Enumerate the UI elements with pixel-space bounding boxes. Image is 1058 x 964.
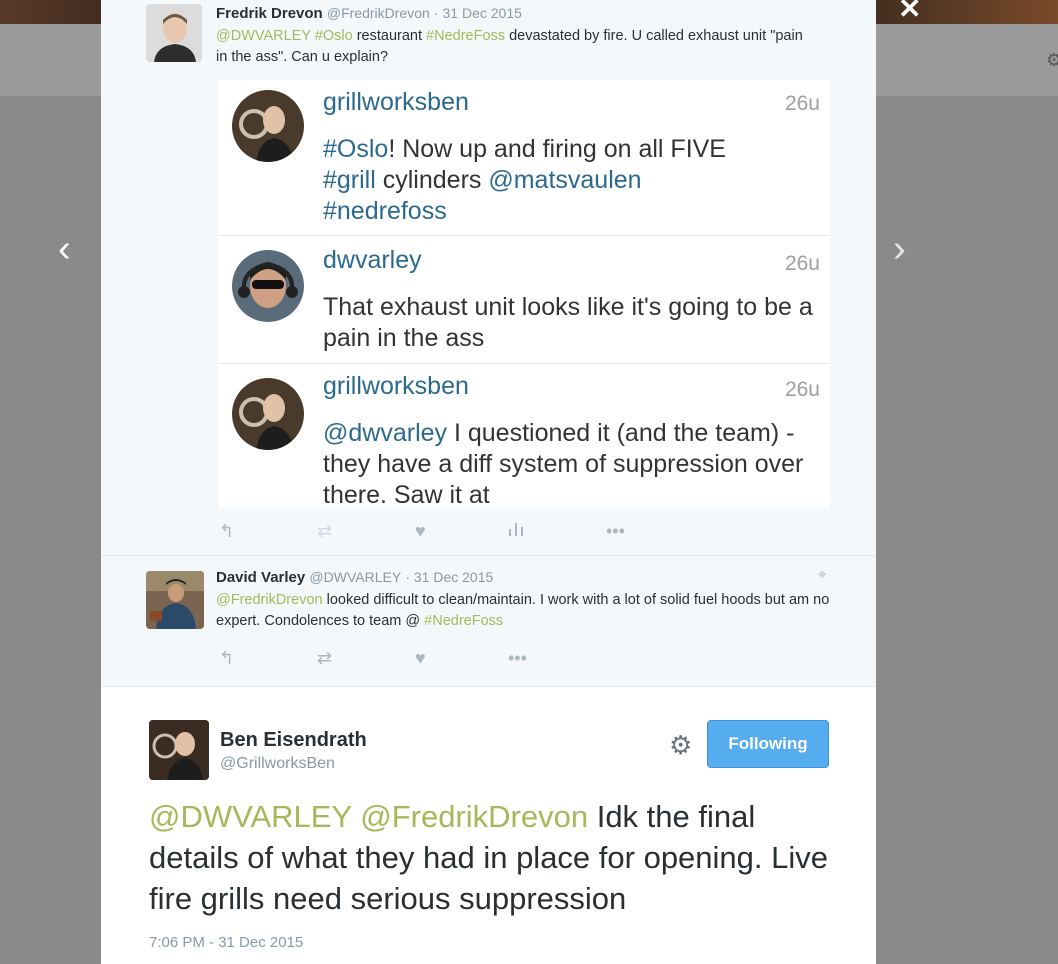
gear-icon[interactable]: ⚙ (669, 730, 692, 761)
reply-icon[interactable]: ↰ (219, 519, 234, 543)
author-handle[interactable]: @FredrikDrevon (327, 5, 430, 21)
message-text: #Oslo! Now up and firing on all FIVE #gr… (323, 135, 726, 225)
author-handle[interactable]: @GrillworksBen (220, 755, 335, 773)
message-username: grillworksben (323, 88, 469, 116)
retweet-icon[interactable]: ⇄ (317, 646, 332, 670)
mention-link[interactable]: @DWVARLEY (216, 28, 311, 44)
list-item: grillworksben 26u @dwvarley I questioned… (218, 364, 830, 508)
following-button[interactable]: Following (707, 720, 829, 768)
avatar[interactable] (146, 4, 202, 62)
mention-link[interactable]: @DWVARLEY (149, 799, 352, 834)
chevron-right-icon[interactable]: › (893, 230, 906, 268)
location-pin-icon[interactable]: ⌖ (818, 566, 826, 583)
author-name[interactable]: David Varley (216, 569, 305, 586)
retweet-icon[interactable]: ⇄ (317, 519, 332, 543)
tweet-header: Fredrik Drevon @FredrikDrevon · 31 Dec 2… (216, 5, 522, 22)
tweet-timestamp[interactable]: 7:06 PM - 31 Dec 2015 (149, 934, 303, 951)
author-handle[interactable]: @DWVARLEY (309, 569, 401, 585)
tweet-date[interactable]: 31 Dec 2015 (443, 5, 522, 21)
hashtag-link[interactable]: #NedreFoss (426, 28, 505, 44)
list-item: grillworksben 26u #Oslo! Now up and firi… (218, 80, 830, 236)
avatar[interactable] (146, 571, 204, 629)
heart-icon[interactable]: ♥ (415, 646, 426, 670)
message-username: grillworksben (323, 372, 469, 400)
avatar (232, 90, 304, 162)
message-username: dwvarley (323, 246, 422, 274)
analytics-icon[interactable] (508, 519, 524, 543)
message-text: @dwvarley I questioned it (and the team)… (323, 419, 804, 508)
reply-icon[interactable]: ↰ (219, 646, 234, 670)
message-text: That exhaust unit looks like it's going … (323, 293, 813, 352)
side-control-icon[interactable]: ⚙ (1046, 50, 1058, 71)
mention-link[interactable]: @FredrikDrevon (360, 799, 588, 834)
tweet-text: @FredrikDrevon looked difficult to clean… (216, 592, 830, 629)
author-name[interactable]: Fredrik Drevon (216, 5, 323, 22)
divider (101, 555, 876, 556)
conversation-thread: Fredrik Drevon @FredrikDrevon · 31 Dec 2… (101, 0, 876, 686)
close-icon[interactable]: ✕ (898, 0, 921, 25)
attached-image[interactable]: grillworksben 26u #Oslo! Now up and firi… (218, 80, 830, 508)
divider (101, 686, 876, 687)
avatar[interactable] (149, 720, 209, 780)
tweet-text: @DWVARLEY #Oslo restaurant #NedreFoss de… (216, 28, 803, 65)
tweet-header: David Varley @DWVARLEY · 31 Dec 2015 (216, 569, 494, 586)
more-icon[interactable]: ••• (508, 646, 527, 670)
message-time: 26u (784, 252, 820, 275)
heart-icon[interactable]: ♥ (415, 519, 426, 543)
more-icon[interactable]: ••• (606, 519, 625, 543)
message-time: 26u (784, 378, 820, 401)
hashtag-link[interactable]: #Oslo (315, 28, 353, 44)
hashtag-link[interactable]: #NedreFoss (424, 613, 503, 629)
avatar (232, 378, 304, 450)
message-time: 26u (784, 92, 820, 115)
chevron-left-icon[interactable]: ‹ (58, 230, 71, 268)
author-name[interactable]: Ben Eisendrath (220, 729, 367, 752)
tweet-modal: Fredrik Drevon @FredrikDrevon · 31 Dec 2… (101, 0, 876, 964)
main-tweet-text: @DWVARLEY @FredrikDrevon Idk the final d… (149, 799, 829, 916)
list-item: dwvarley 26u That exhaust unit looks lik… (218, 236, 830, 364)
avatar (232, 250, 304, 322)
tweet-date[interactable]: 31 Dec 2015 (414, 569, 493, 585)
mention-link[interactable]: @FredrikDrevon (216, 592, 323, 608)
